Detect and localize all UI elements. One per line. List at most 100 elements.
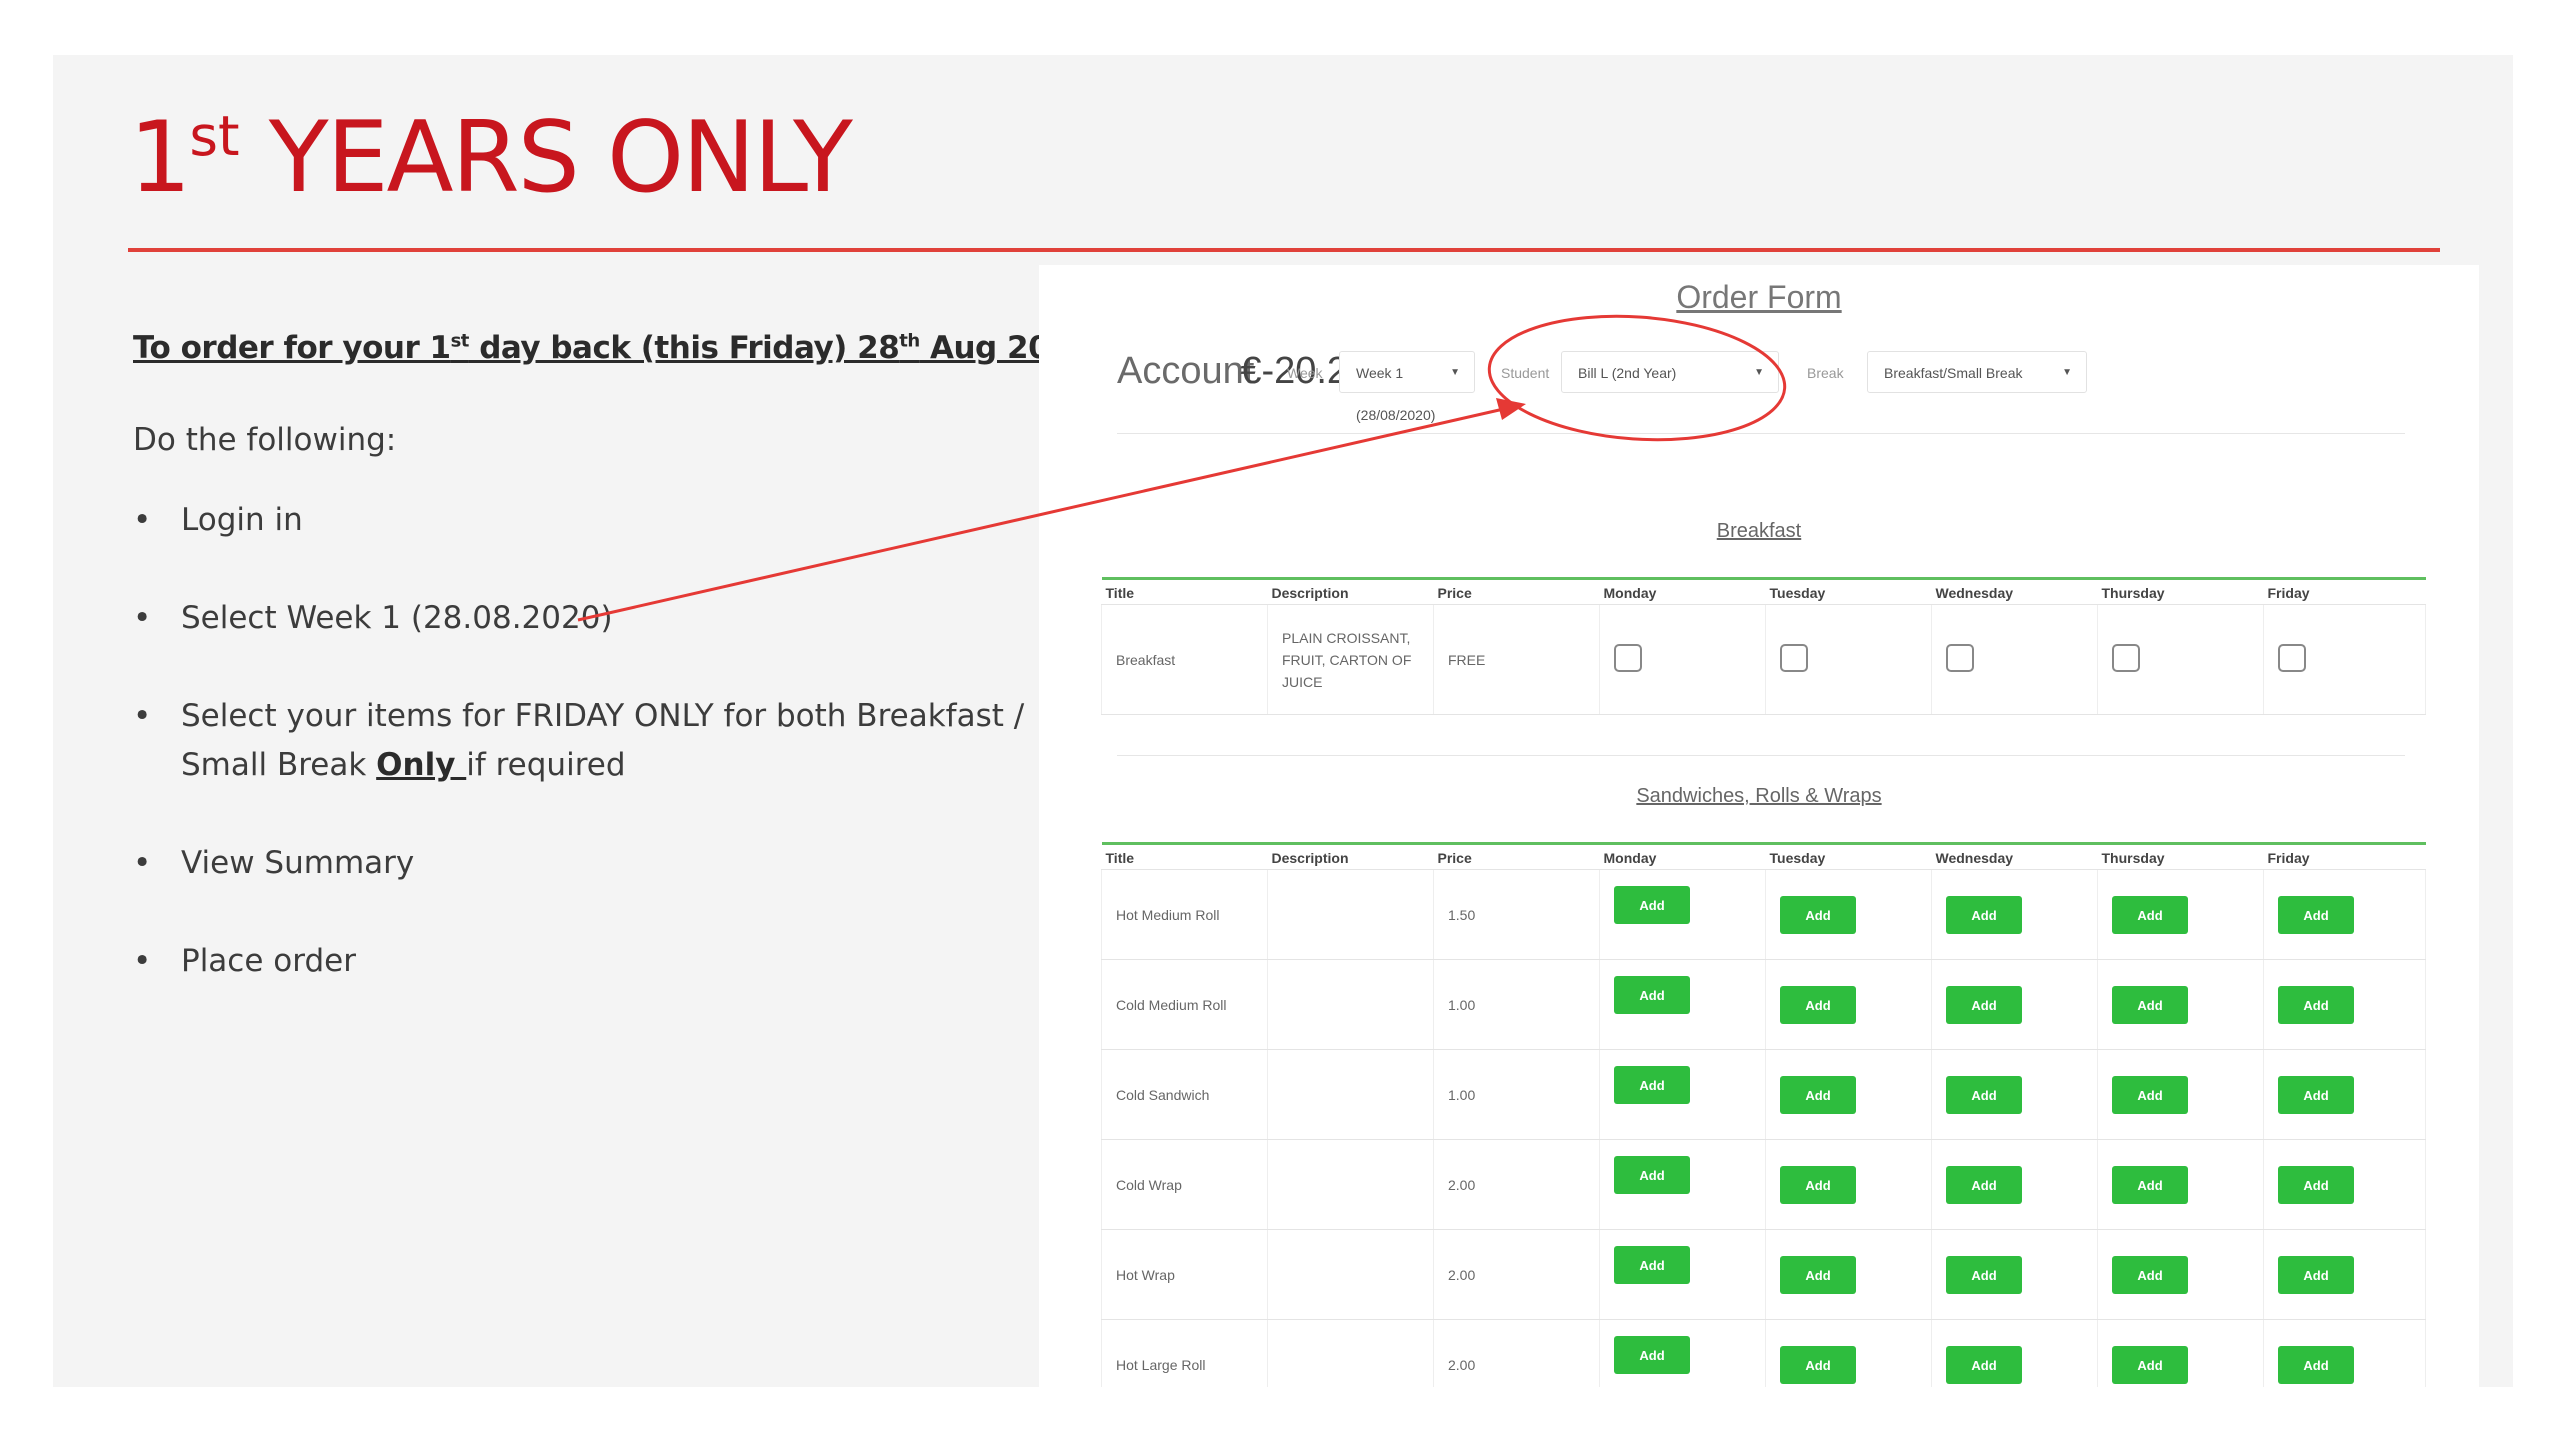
monday-cell [1599,604,1766,715]
tuesday-add-button[interactable]: Add [1780,985,1856,1024]
thursday-add-button[interactable]: Add [2112,895,2188,934]
sandwiches-section-title: Sandwiches, Rolls & Wraps [1636,785,1882,807]
column-header: Wednesday [1931,842,2098,870]
breakfast-table: Title Description Price Monday Tuesday W… [1101,577,2426,715]
wednesday-cell [1931,604,2098,715]
wednesday-add-button[interactable]: Add [1946,895,2022,934]
table-header-row: Title Description Price Monday Tuesday W… [1101,842,2426,870]
step-item: Login in [133,496,1033,545]
item-price: 1.50 [1433,869,1600,960]
wednesday-cell: Add [1931,1319,2098,1387]
item-title: Cold Sandwich [1101,1049,1268,1140]
friday-add-button[interactable]: Add [2278,985,2354,1024]
friday-cell: Add [2263,1049,2426,1140]
monday-cell: Add [1599,869,1766,960]
title-divider [128,248,2440,252]
tuesday-add-button[interactable]: Add [1780,1075,1856,1114]
wednesday-add-button[interactable]: Add [1946,1075,2022,1114]
title-number: 1 [129,101,191,215]
column-header: Tuesday [1765,577,1932,605]
divider [1117,433,2405,434]
column-header: Title [1101,577,1268,605]
divider [1117,755,2405,756]
heading-ordinal: st [450,330,470,352]
breakfast-section-title: Breakfast [1716,520,1802,542]
item-title: Hot Wrap [1101,1229,1268,1320]
friday-cell: Add [2263,1139,2426,1230]
instructions: To order for your 1st day back (this Fri… [133,330,1092,986]
step-item: View Summary [133,839,1033,888]
chevron-down-icon: ▼ [2062,367,2072,378]
thursday-add-button[interactable]: Add [2112,985,2188,1024]
monday-checkbox[interactable] [1614,644,1642,672]
student-select[interactable]: Bill L (2nd Year) ▼ [1561,351,1779,393]
item-title: Hot Large Roll [1101,1319,1268,1387]
heading-part: day back (this Friday) 28 [468,330,900,366]
column-header: Monday [1599,577,1766,605]
monday-add-button[interactable]: Add [1614,975,1690,1014]
tuesday-add-button[interactable]: Add [1780,1345,1856,1384]
thursday-add-button[interactable]: Add [2112,1075,2188,1114]
wednesday-add-button[interactable]: Add [1946,1345,2022,1384]
thursday-add-button[interactable]: Add [2112,1345,2188,1384]
week-value: Week 1 (28/08/2020) [1356,365,1436,423]
break-select[interactable]: Breakfast/Small Break ▼ [1867,351,2087,393]
tuesday-cell: Add [1765,869,1932,960]
thursday-cell: Add [2097,959,2264,1050]
column-header: Thursday [2097,577,2264,605]
week-label: Week [1287,365,1323,381]
table-row: Cold Wrap 2.00 Add Add Add Add Add [1101,1139,2426,1230]
step-item: Select Week 1 (28.08.2020) [133,594,1033,643]
friday-cell: Add [2263,959,2426,1050]
friday-checkbox[interactable] [2278,644,2306,672]
slide: 1st YEARS ONLY To order for your 1st day… [53,55,2513,1387]
wednesday-checkbox[interactable] [1946,644,1974,672]
friday-add-button[interactable]: Add [2278,895,2354,934]
column-header: Wednesday [1931,577,2098,605]
monday-add-button[interactable]: Add [1614,885,1690,924]
instructions-lead: Do the following: [133,422,397,458]
week-select[interactable]: Week 1 (28/08/2020) ▼ [1339,351,1475,423]
thursday-cell: Add [2097,1229,2264,1320]
step-item: Place order [133,937,1033,986]
order-form-screenshot: Order Form Account€-20.20 Week Week 1 (2… [1039,265,2479,1387]
friday-add-button[interactable]: Add [2278,1345,2354,1384]
monday-cell: Add [1599,1139,1766,1230]
monday-add-button[interactable]: Add [1614,1065,1690,1104]
break-value: Breakfast/Small Break [1884,365,2023,381]
tuesday-add-button[interactable]: Add [1780,895,1856,934]
heading-ordinal: th [899,330,920,352]
thursday-add-button[interactable]: Add [2112,1165,2188,1204]
item-price: 2.00 [1433,1229,1600,1320]
tuesday-add-button[interactable]: Add [1780,1255,1856,1294]
monday-add-button[interactable]: Add [1614,1245,1690,1284]
thursday-cell: Add [2097,1139,2264,1230]
friday-add-button[interactable]: Add [2278,1075,2354,1114]
tuesday-add-button[interactable]: Add [1780,1165,1856,1204]
friday-add-button[interactable]: Add [2278,1165,2354,1204]
table-header-row: Title Description Price Monday Tuesday W… [1101,577,2426,605]
thursday-cell: Add [2097,1319,2264,1387]
item-title: Cold Medium Roll [1101,959,1268,1050]
table-row: Hot Medium Roll 1.50 Add Add Add Add Add [1101,869,2426,960]
item-title: Hot Medium Roll [1101,869,1268,960]
wednesday-add-button[interactable]: Add [1946,1165,2022,1204]
thursday-checkbox[interactable] [2112,644,2140,672]
wednesday-cell: Add [1931,1229,2098,1320]
tuesday-cell: Add [1765,1229,1932,1320]
friday-add-button[interactable]: Add [2278,1255,2354,1294]
wednesday-add-button[interactable]: Add [1946,1255,2022,1294]
tuesday-checkbox[interactable] [1780,644,1808,672]
column-header: Title [1101,842,1268,870]
wednesday-add-button[interactable]: Add [1946,985,2022,1024]
tuesday-cell: Add [1765,1319,1932,1387]
instructions-heading: To order for your 1st day back (this Fri… [133,330,1092,366]
monday-add-button[interactable]: Add [1614,1155,1690,1194]
monday-add-button[interactable]: Add [1614,1335,1690,1374]
friday-cell: Add [2263,869,2426,960]
monday-cell: Add [1599,1229,1766,1320]
thursday-add-button[interactable]: Add [2112,1255,2188,1294]
thursday-cell: Add [2097,1049,2264,1140]
column-header: Price [1433,842,1600,870]
table-row: Hot Wrap 2.00 Add Add Add Add Add [1101,1229,2426,1320]
